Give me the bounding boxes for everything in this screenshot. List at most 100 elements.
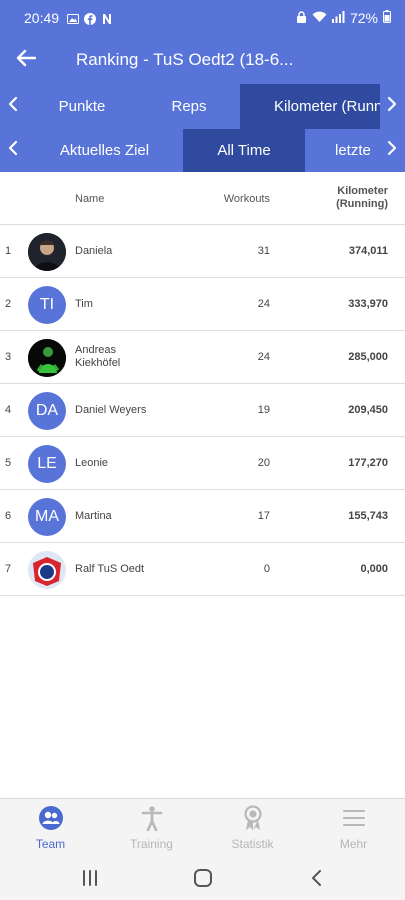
player-name: Andreas Kiekhöfel bbox=[75, 344, 120, 370]
arrow-left-icon bbox=[16, 49, 37, 72]
tab-letzte[interactable]: letzte bbox=[305, 129, 385, 172]
kilometer-value: 285,000 bbox=[348, 351, 388, 363]
metric-scroll-right-button[interactable] bbox=[379, 84, 405, 129]
tab-aktuelles-ziel[interactable]: Aktuelles Ziel bbox=[26, 129, 183, 172]
period-tab-bar: Aktuelles Ziel All Time letzte bbox=[0, 129, 405, 172]
kilometer-value: 374,011 bbox=[348, 245, 388, 257]
nav-team-label: Team bbox=[35, 837, 66, 851]
nav-statistik[interactable]: Statistik bbox=[202, 799, 303, 857]
bottom-navigation: Team Training Statistik Mehr bbox=[0, 798, 405, 856]
lock-icon bbox=[296, 10, 307, 26]
table-row[interactable]: 3 Andreas Kiekhöfel 24 285,000 bbox=[0, 331, 405, 384]
workout-count: 20 bbox=[257, 457, 270, 469]
tab-reps[interactable]: Reps bbox=[138, 84, 240, 129]
tab-kilometer-running[interactable]: Kilometer (Runn bbox=[240, 84, 380, 129]
column-header-name: Name bbox=[75, 193, 105, 205]
table-row[interactable]: 2 TI Tim 24 333,970 bbox=[0, 278, 405, 331]
home-icon bbox=[188, 869, 218, 896]
avatar-initials: DA bbox=[28, 392, 66, 430]
status-bar: 20:49 72% bbox=[0, 0, 405, 36]
player-name: Daniela bbox=[75, 245, 113, 257]
chevron-left-icon bbox=[8, 96, 18, 117]
tab-all-time[interactable]: All Time bbox=[183, 129, 305, 172]
player-name: Tim bbox=[75, 298, 93, 310]
chevron-left-icon bbox=[8, 140, 18, 161]
table-row[interactable]: 6 MA Martina 17 155,743 bbox=[0, 490, 405, 543]
rank-number: 6 bbox=[5, 510, 12, 522]
recent-apps-button[interactable] bbox=[75, 864, 105, 892]
period-scroll-left-button[interactable] bbox=[0, 129, 26, 172]
battery-icon bbox=[383, 10, 391, 26]
rank-number: 2 bbox=[5, 298, 12, 310]
avatar-initials: LE bbox=[28, 445, 66, 483]
chevron-left-icon bbox=[301, 870, 331, 896]
n-notification-icon bbox=[101, 12, 113, 24]
avatar bbox=[28, 339, 66, 377]
player-name-line1: Andreas bbox=[75, 344, 116, 356]
workout-count: 24 bbox=[257, 351, 270, 363]
workout-count: 17 bbox=[257, 510, 270, 522]
table-row[interactable]: 7 Ralf TuS Oedt 0 0,000 bbox=[0, 543, 405, 596]
workout-count: 19 bbox=[257, 404, 270, 416]
chevron-right-icon bbox=[387, 140, 397, 161]
column-header-kilometer: Kilometer (Running) bbox=[336, 185, 388, 211]
player-name: Leonie bbox=[75, 457, 109, 469]
table-row[interactable]: 4 DA Daniel Weyers 19 209,450 bbox=[0, 384, 405, 437]
system-back-button[interactable] bbox=[301, 864, 331, 892]
rank-number: 7 bbox=[5, 563, 12, 575]
nav-mehr-label: Mehr bbox=[339, 837, 368, 851]
facebook-notification-icon bbox=[84, 12, 97, 25]
kilometer-value: 209,450 bbox=[348, 404, 388, 416]
club-logo-avatar bbox=[28, 551, 66, 589]
player-name: Martina bbox=[75, 510, 112, 522]
rank-number: 1 bbox=[5, 245, 12, 257]
status-time: 20:49 bbox=[24, 10, 60, 26]
column-header-kilometer-line2: (Running) bbox=[336, 198, 388, 210]
ranking-table: Name Workouts Kilometer (Running) 1 Dani… bbox=[0, 172, 405, 596]
table-header: Name Workouts Kilometer (Running) bbox=[0, 172, 405, 225]
rank-number: 5 bbox=[5, 457, 12, 469]
nav-mehr[interactable]: Mehr bbox=[303, 799, 404, 857]
chevron-right-icon bbox=[387, 96, 397, 117]
back-button[interactable] bbox=[0, 36, 52, 84]
kilometer-value: 177,270 bbox=[348, 457, 388, 469]
recent-apps-icon bbox=[75, 870, 105, 896]
app-bar: Ranking - TuS Oedt2 (18-6... bbox=[0, 36, 405, 84]
table-row[interactable]: 5 LE Leonie 20 177,270 bbox=[0, 437, 405, 490]
signal-icon bbox=[331, 10, 345, 26]
column-header-kilometer-line1: Kilometer bbox=[337, 185, 388, 197]
battery-percent: 72% bbox=[349, 10, 378, 26]
team-icon bbox=[38, 805, 64, 831]
person-icon bbox=[139, 805, 165, 832]
home-button[interactable] bbox=[188, 864, 218, 892]
system-navigation-bar bbox=[0, 856, 405, 900]
workout-count: 24 bbox=[257, 298, 270, 310]
page-title: Ranking - TuS Oedt2 (18-6... bbox=[76, 50, 294, 69]
rank-number: 4 bbox=[5, 404, 12, 416]
avatar-initials: MA bbox=[28, 498, 66, 536]
gallery-notification-icon bbox=[67, 12, 80, 24]
column-header-workouts: Workouts bbox=[223, 193, 270, 205]
player-name: Daniel Weyers bbox=[75, 404, 147, 416]
tab-punkte[interactable]: Punkte bbox=[26, 84, 138, 129]
avatar bbox=[28, 233, 66, 271]
medal-icon bbox=[240, 805, 266, 831]
player-name: Ralf TuS Oedt bbox=[75, 563, 145, 575]
nav-team[interactable]: Team bbox=[0, 799, 101, 857]
nav-statistik-label: Statistik bbox=[231, 837, 274, 851]
wifi-icon bbox=[312, 10, 327, 26]
menu-icon bbox=[341, 805, 367, 831]
kilometer-value: 155,743 bbox=[348, 510, 388, 522]
nav-training-label: Training bbox=[130, 837, 173, 851]
kilometer-value: 0,000 bbox=[360, 563, 388, 575]
metric-tab-bar: Punkte Reps Kilometer (Runn bbox=[0, 84, 405, 129]
workout-count: 0 bbox=[263, 563, 270, 575]
rank-number: 3 bbox=[5, 351, 12, 363]
metric-scroll-left-button[interactable] bbox=[0, 84, 26, 129]
kilometer-value: 333,970 bbox=[348, 298, 388, 310]
period-scroll-right-button[interactable] bbox=[379, 129, 405, 172]
player-name-line2: Kiekhöfel bbox=[75, 357, 121, 369]
avatar-initials: TI bbox=[28, 286, 66, 324]
table-row[interactable]: 1 Daniela 31 374,011 bbox=[0, 225, 405, 278]
nav-training[interactable]: Training bbox=[101, 799, 202, 857]
